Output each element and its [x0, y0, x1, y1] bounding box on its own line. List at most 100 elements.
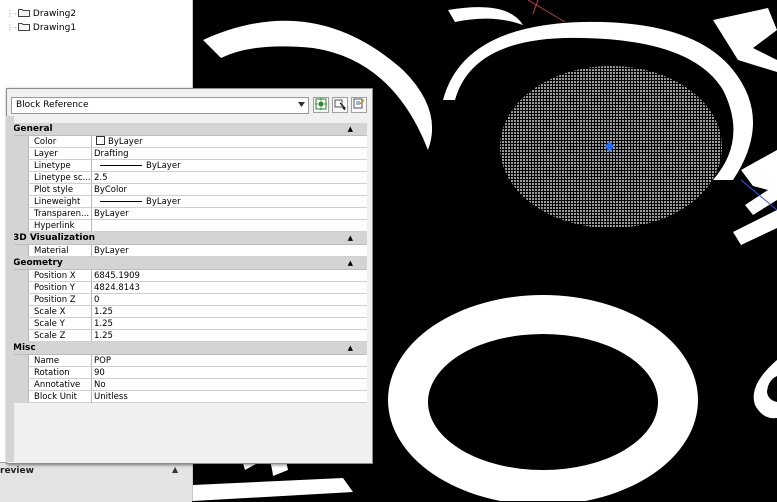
select-objects-button[interactable]	[332, 97, 348, 113]
property-row[interactable]: Scale X 1.25	[10, 306, 367, 318]
property-row[interactable]: Linetype sc... 2.5	[10, 172, 367, 184]
property-value[interactable]: ByLayer	[91, 160, 367, 172]
property-value[interactable]: POP	[91, 355, 367, 367]
property-value[interactable]: 1.25	[91, 318, 367, 330]
folder-icon	[17, 23, 30, 31]
property-row[interactable]: Name POP	[10, 355, 367, 367]
property-name: Name	[28, 355, 91, 367]
drawing-text-fragment	[753, 360, 777, 419]
property-name: Annotative	[28, 379, 91, 391]
collapse-arrow-icon[interactable]: ▲	[348, 342, 353, 355]
property-value-text: 1.25	[94, 307, 113, 317]
property-value[interactable]: ByLayer	[91, 196, 367, 208]
property-value-text: 1.25	[94, 331, 113, 341]
property-name: Linetype	[28, 160, 91, 172]
property-value-text: ByLayer	[146, 161, 181, 171]
property-value-text: 90	[94, 368, 105, 378]
properties-grid: General ▲ Color ByLayer Layer Drafting Linetyp…	[10, 123, 367, 463]
property-value-text: POP	[94, 356, 111, 366]
property-row[interactable]: Scale Z 1.25	[10, 330, 367, 342]
property-name: Position Y	[28, 282, 91, 294]
section-header[interactable]: Misc ▲	[10, 342, 367, 355]
chevron-down-icon	[298, 102, 305, 107]
property-row[interactable]: Layer Drafting	[10, 148, 367, 160]
property-row[interactable]: Annotative No	[10, 379, 367, 391]
property-value-text: Unitless	[94, 392, 128, 402]
property-value[interactable]: No	[91, 379, 367, 391]
property-value-text: 6845.1909	[94, 271, 140, 281]
property-row[interactable]: Position Y 4824.8143	[10, 282, 367, 294]
property-value[interactable]: 1.25	[91, 306, 367, 318]
property-row[interactable]: Linetype ByLayer	[10, 160, 367, 172]
linetype-preview-icon	[100, 201, 142, 202]
quick-select-button[interactable]	[351, 97, 367, 113]
tree-item-drawing2[interactable]: ⋮- Drawing2	[6, 7, 76, 20]
property-value[interactable]: ByLayer	[91, 136, 367, 148]
property-value[interactable]: 4824.8143	[91, 282, 367, 294]
property-value-text: 2.5	[94, 173, 108, 183]
property-value-text: 1.25	[94, 319, 113, 329]
property-row[interactable]: Lineweight ByLayer	[10, 196, 367, 208]
drawing-ring	[388, 295, 698, 501]
property-value[interactable]: Drafting	[91, 148, 367, 160]
property-name: Scale X	[28, 306, 91, 318]
property-value[interactable]: 90	[91, 367, 367, 379]
properties-palette: Block Reference General ▲ Color ByLayer Laye…	[6, 88, 373, 464]
property-value[interactable]: ByColor	[91, 184, 367, 196]
section-header[interactable]: Geometry ▲	[10, 257, 367, 270]
property-value[interactable]: 1.25	[91, 330, 367, 342]
property-value[interactable]: 6845.1909	[91, 270, 367, 282]
section-title: General	[13, 124, 53, 134]
property-value[interactable]: 2.5	[91, 172, 367, 184]
property-name: Scale Y	[28, 318, 91, 330]
drawing-text-fragment	[733, 210, 777, 245]
section-title: 3D Visualization	[13, 233, 96, 243]
pickadd-toggle-button[interactable]	[313, 97, 329, 113]
object-type-label: Block Reference	[16, 100, 89, 110]
property-row[interactable]: Rotation 90	[10, 367, 367, 379]
property-value-text: ByLayer	[108, 137, 143, 147]
section-title: Geometry	[13, 258, 63, 268]
property-name: Position Z	[28, 294, 91, 306]
tree-item-label: Drawing2	[32, 9, 77, 19]
property-value[interactable]: ByLayer	[91, 245, 367, 257]
review-panel-label: review	[0, 466, 34, 476]
section-header[interactable]: 3D Visualization ▲	[10, 232, 367, 245]
property-row[interactable]: Transparen... ByLayer	[10, 208, 367, 220]
collapse-arrow-icon[interactable]: ▲	[172, 465, 178, 474]
property-name: Position X	[28, 270, 91, 282]
select-objects-icon	[334, 99, 347, 111]
property-value-text: 0	[94, 295, 100, 305]
property-name: Scale Z	[28, 330, 91, 342]
section-header[interactable]: General ▲	[10, 123, 367, 136]
collapse-arrow-icon[interactable]: ▲	[348, 232, 353, 245]
folder-icon	[17, 9, 30, 17]
property-row[interactable]: Color ByLayer	[10, 136, 367, 148]
review-panel-header[interactable]: review ▲	[0, 462, 192, 502]
property-value[interactable]: Unitless	[91, 391, 367, 403]
property-row[interactable]: Position Z0	[10, 294, 367, 306]
property-value[interactable]	[91, 220, 367, 232]
property-value-text: 4824.8143	[94, 283, 140, 293]
property-row[interactable]: Plot style ByColor	[10, 184, 367, 196]
property-row[interactable]: Block Unit Unitless	[10, 391, 367, 403]
palette-scrollbar[interactable]	[6, 116, 14, 462]
color-swatch-icon	[96, 136, 105, 145]
pickadd-toggle-icon	[315, 98, 327, 110]
property-value-text: Drafting	[94, 149, 129, 159]
collapse-arrow-icon[interactable]: ▲	[348, 123, 353, 136]
property-name: Lineweight	[28, 196, 91, 208]
property-name: Rotation	[28, 367, 91, 379]
collapse-arrow-icon[interactable]: ▲	[348, 257, 353, 270]
property-row[interactable]: Position X 6845.1909	[10, 270, 367, 282]
property-row[interactable]: Scale Y 1.25	[10, 318, 367, 330]
property-value-text: ByLayer	[94, 209, 129, 219]
property-value[interactable]: 0	[91, 294, 367, 306]
object-type-dropdown[interactable]: Block Reference	[11, 97, 309, 114]
quick-select-icon	[353, 98, 365, 109]
property-row[interactable]: Material ByLayer	[10, 245, 367, 257]
property-row[interactable]: Hyperlink	[10, 220, 367, 232]
tree-item-drawing1[interactable]: ⋮- Drawing1	[6, 21, 76, 34]
linetype-preview-icon	[100, 165, 142, 166]
property-value[interactable]: ByLayer	[91, 208, 367, 220]
